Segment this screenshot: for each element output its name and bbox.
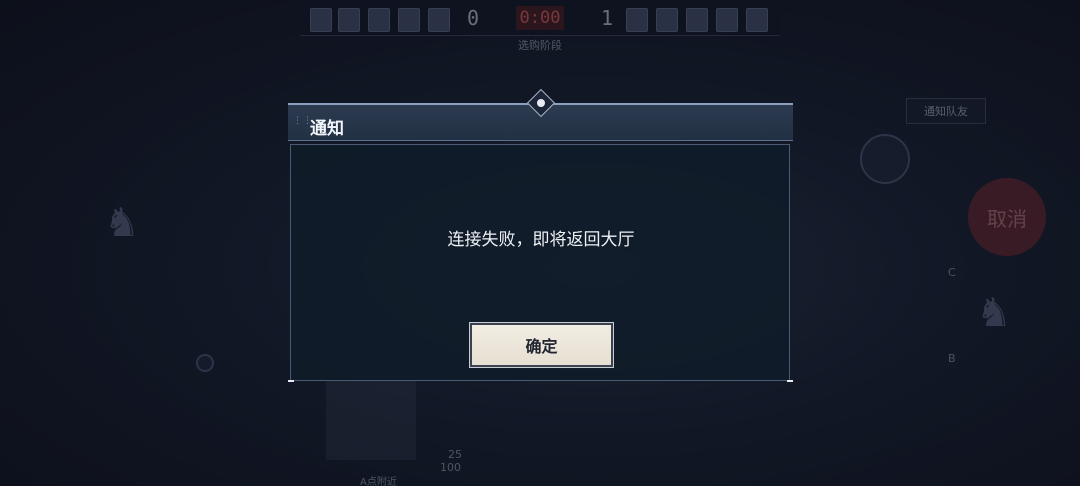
corner-mark [288,380,294,382]
dialog-message: 连接失败，即将返回大厅 [447,230,635,250]
game-screen: 0 0:00 1 选购阶段 通知队友 取消 C B A点附近 25 100 ♞ … [0,0,1080,486]
confirm-button[interactable]: 确定 [469,322,614,368]
dialog-pin-dot [537,99,545,107]
notification-dialog: ⋮⋮ 通知 连接失败，即将返回大厅 确定 [288,88,793,382]
dialog-title: 通知 [310,119,344,139]
drag-grip-icon: ⋮⋮ [293,116,313,126]
corner-mark [787,380,793,382]
dialog-body: 连接失败，即将返回大厅 确定 [290,144,790,381]
